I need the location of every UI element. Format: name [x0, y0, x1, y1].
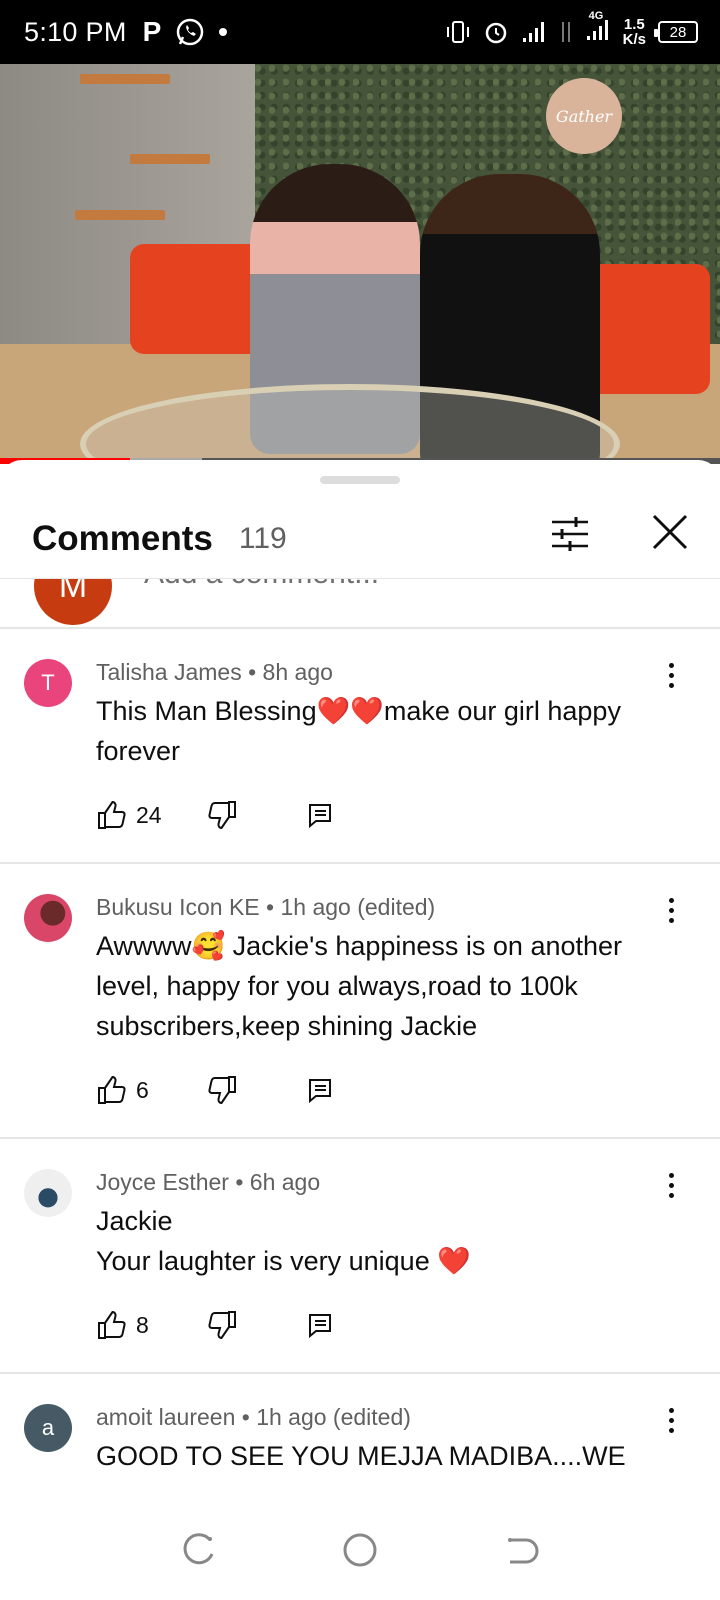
back-icon[interactable]: [500, 1530, 540, 1570]
comment-actions: 8: [96, 1305, 336, 1345]
dislike-icon[interactable]: [206, 1309, 238, 1341]
comments-title: Comments: [32, 519, 213, 558]
like-count: 24: [136, 801, 162, 828]
avatar[interactable]: T: [24, 659, 72, 707]
status-bar: 5:10 PM P 4G 1.5 K/s 28: [0, 0, 720, 64]
comment-text: GOOD TO SEE YOU MEJJA MADIBA....WE: [96, 1441, 626, 1471]
avatar-initial: a: [41, 1415, 55, 1440]
close-icon[interactable]: [648, 510, 692, 554]
current-user-avatar: M: [34, 579, 112, 625]
network-type: 4G: [588, 9, 604, 22]
more-options-icon[interactable]: [656, 655, 686, 695]
system-status-icons: 4G 1.5 K/s 28: [445, 0, 698, 64]
comment-text: Awwww🥰 Jackie's happiness is on another …: [96, 931, 623, 1041]
comment-actions: 24: [96, 795, 336, 835]
notification-icons: P: [143, 16, 228, 48]
like-icon[interactable]: [96, 1074, 128, 1106]
add-comment-input[interactable]: Add a comment...: [144, 579, 379, 591]
comment-text-line: Jackie: [96, 1206, 173, 1236]
avatar[interactable]: [24, 894, 72, 942]
reply-icon[interactable]: [304, 1309, 336, 1341]
like-icon[interactable]: [96, 799, 128, 831]
vibrate-icon: [446, 21, 469, 43]
comments-count: 119: [238, 522, 287, 555]
drag-handle[interactable]: [320, 476, 400, 484]
comment-item: Bukusu Icon KE • 1h ago (edited) Awwww🥰 …: [0, 864, 720, 1139]
battery-level: 28: [669, 23, 687, 41]
dislike-icon[interactable]: [206, 799, 238, 831]
avatar[interactable]: [24, 1169, 72, 1217]
comment-meta: amoit laureen • 1h ago (edited): [96, 1404, 411, 1430]
home-icon[interactable]: [340, 1530, 380, 1570]
speed-value: 1.5: [623, 16, 645, 33]
speed-unit: K/s: [622, 31, 646, 48]
like-count: 8: [136, 1311, 149, 1338]
data-arrows-icon: [561, 22, 570, 42]
comment-item: Joyce Esther • 6h ago Jackie Your laught…: [0, 1139, 720, 1374]
current-user-initial: M: [58, 579, 88, 605]
reply-icon[interactable]: [304, 799, 336, 831]
more-options-icon[interactable]: [656, 890, 686, 930]
add-comment-row[interactable]: M Add a comment...: [0, 579, 720, 627]
filter-icon[interactable]: [548, 512, 592, 556]
video-shelf: [130, 154, 210, 164]
comment-meta: Joyce Esther • 6h ago: [96, 1169, 321, 1195]
video-shelf: [80, 74, 170, 84]
video-pillow: [130, 244, 270, 354]
signal-icon: [522, 22, 544, 42]
comment-text-line: Your laughter is very unique ❤️: [96, 1246, 471, 1276]
battery-icon: 28: [654, 21, 698, 43]
comments-panel: Comments 119 M Add a comment... T Talish…: [0, 460, 720, 1500]
more-notifications-dot: [219, 28, 228, 36]
comment-text: Jackie Your laughter is very unique ❤️: [96, 1201, 656, 1281]
like-count: 6: [136, 1076, 149, 1103]
reply-icon[interactable]: [304, 1074, 336, 1106]
more-options-icon[interactable]: [656, 1165, 686, 1205]
alarm-icon: [485, 22, 506, 44]
comment-item: T Talisha James • 8h ago This Man Blessi…: [0, 629, 720, 864]
gather-sign: Gather: [546, 78, 622, 154]
video-player[interactable]: Gather: [0, 64, 720, 464]
comment-actions: 6: [96, 1070, 336, 1110]
network-speed: 1.5 K/s: [623, 17, 646, 47]
dislike-icon[interactable]: [206, 1074, 238, 1106]
avatar[interactable]: a: [24, 1404, 72, 1452]
comment-meta: Talisha James • 8h ago: [96, 659, 333, 685]
comment-item: a amoit laureen • 1h ago (edited) GOOD T…: [0, 1374, 720, 1500]
whatsapp-icon: [177, 18, 204, 46]
signal-4g-icon: 4G: [585, 10, 611, 47]
comment-text: This Man Blessing❤️❤️make our girl happy…: [96, 696, 621, 766]
header-divider: [0, 578, 720, 579]
status-time: 5:10 PM: [24, 16, 127, 47]
avatar-initial: T: [41, 670, 55, 695]
like-icon[interactable]: [96, 1309, 128, 1341]
more-options-icon[interactable]: [656, 1400, 686, 1440]
system-nav-bar: [0, 1500, 720, 1600]
comment-meta: Bukusu Icon KE • 1h ago (edited): [96, 894, 436, 920]
paypal-icon: P: [142, 16, 162, 47]
recent-apps-icon[interactable]: [180, 1530, 220, 1570]
comments-header: Comments 119: [0, 500, 720, 578]
video-shelf: [75, 210, 165, 220]
gather-sign-text: Gather: [555, 106, 613, 126]
